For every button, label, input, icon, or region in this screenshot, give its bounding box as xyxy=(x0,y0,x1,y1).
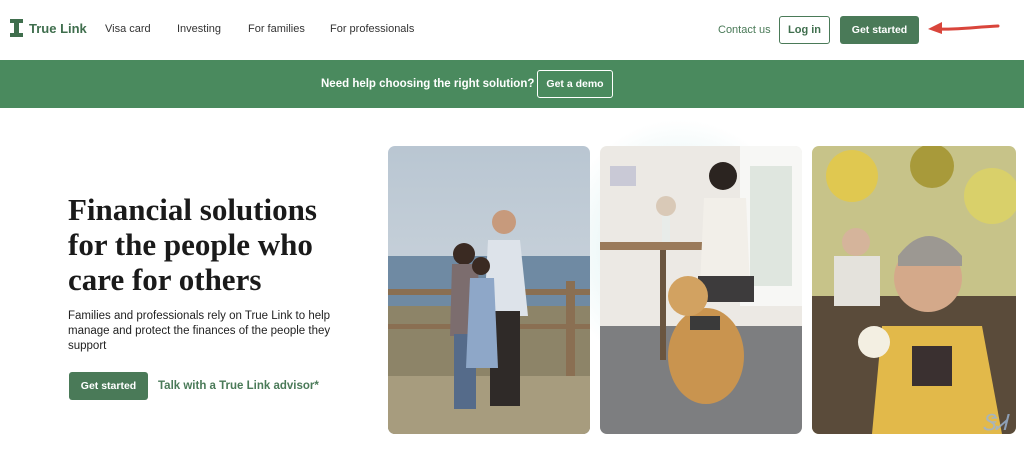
family-photo xyxy=(388,146,590,434)
true-link-logo[interactable]: True Link xyxy=(10,19,87,37)
hero-title-line: care for others xyxy=(68,262,262,297)
nav-for-families[interactable]: For families xyxy=(248,23,305,35)
logo-text: True Link xyxy=(29,20,87,36)
contact-us-link[interactable]: Contact us xyxy=(718,24,771,36)
woman-with-dog-photo xyxy=(600,146,802,434)
hero-desc-line: support xyxy=(68,340,107,352)
hero-title: Financial solutions for the people who c… xyxy=(68,192,368,297)
log-in-button[interactable]: Log in xyxy=(779,16,830,44)
site-header: True Link Visa card Investing For famili… xyxy=(0,0,1024,60)
hero-title-line: Financial solutions xyxy=(68,192,317,227)
hero-description: Families and professionals rely on True … xyxy=(68,309,343,354)
get-started-hero-button[interactable]: Get started xyxy=(69,372,148,400)
talk-with-advisor-link[interactable]: Talk with a True Link advisor* xyxy=(158,380,319,392)
watermark-signature: ᏕᏗ xyxy=(982,410,1008,435)
help-banner: Need help choosing the right solution? xyxy=(0,60,1024,108)
hero-title-line: for the people who xyxy=(68,227,313,262)
get-a-demo-button[interactable]: Get a demo xyxy=(537,70,613,98)
smiling-woman-photo xyxy=(812,146,1016,434)
get-started-header-button[interactable]: Get started xyxy=(840,16,919,44)
nav-for-professionals[interactable]: For professionals xyxy=(330,23,414,35)
hero-desc-line: Families and professionals rely on True … xyxy=(68,310,331,322)
banner-text: Need help choosing the right solution? xyxy=(321,78,535,90)
nav-investing[interactable]: Investing xyxy=(177,23,221,35)
logo-pillar-icon xyxy=(10,19,23,37)
red-arrow-annotation-icon xyxy=(928,22,1000,34)
hero-desc-line: manage and protect the finances of the p… xyxy=(68,325,331,337)
nav-visa-card[interactable]: Visa card xyxy=(105,23,151,35)
